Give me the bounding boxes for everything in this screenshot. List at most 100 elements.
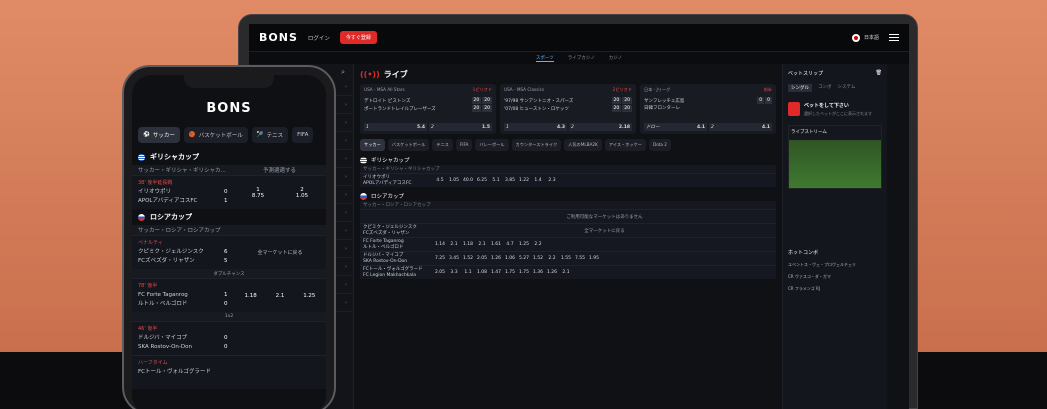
sport-pill-nba2k[interactable]: 人気のMLBA2K <box>564 139 602 151</box>
odds-value[interactable]: 2.2 <box>545 256 559 261</box>
score: 0 <box>757 97 765 104</box>
tab-system[interactable]: システム <box>838 84 856 92</box>
tab-soccer[interactable]: ⚽ サッカー <box>138 127 180 143</box>
all-markets-link[interactable]: 全マーケットに戻る <box>433 228 776 234</box>
sport-pill-icehockey[interactable]: アイス・ホッケー <box>604 139 646 151</box>
odds-value[interactable]: 2.1 <box>266 293 293 299</box>
live-status: 38' 後半延長戦 <box>138 180 173 186</box>
tab-basketball[interactable]: 🏀 バスケットボール <box>183 127 248 143</box>
odds-value[interactable]: 40.0 <box>461 178 475 183</box>
sport-pill-fifa[interactable]: FIFA <box>455 139 473 151</box>
odds-value[interactable]: 4.5 <box>433 178 447 183</box>
odds-value[interactable]: 6.25 <box>475 178 489 183</box>
odds-value[interactable]: 2.1 <box>475 242 489 247</box>
odds-value[interactable]: 1.95 <box>587 256 601 261</box>
odds-value[interactable]: 1.26 <box>545 270 559 275</box>
odds-value[interactable]: 2.05 <box>433 270 447 275</box>
odds-value[interactable]: 1.18 <box>461 242 475 247</box>
odds-button[interactable]: 2 1.05 <box>281 187 323 199</box>
odds-value[interactable]: 1.52 <box>531 256 545 261</box>
odds-value[interactable]: 3.85 <box>503 178 517 183</box>
match-row[interactable]: ハーフタイム FCトール・ヴォルゴグラード <box>132 355 326 389</box>
match-row[interactable]: FCトール・ヴォルゴグラード FC Legion Makhachkala 2.05… <box>360 265 776 279</box>
odds-value[interactable]: 1.1 <box>461 270 475 275</box>
tab-sports[interactable]: スポーツ <box>535 55 554 62</box>
odds-value[interactable]: 7.25 <box>433 256 447 261</box>
odds-button[interactable]: 2 2.18 <box>569 123 632 131</box>
logo[interactable]: BONS <box>259 31 298 44</box>
match-row[interactable]: 78' 後半 FC Forte Taganrog ルトル・ベルゴロド 1 0 1.18… <box>132 278 326 312</box>
match-row[interactable]: FC Forte Taganrog ルトル・ベルゴロド 1.14 2.1 1.18 2.… <box>360 237 776 251</box>
sport-pill-counterstrike[interactable]: カウンターストライク <box>511 139 562 151</box>
tab-casino[interactable]: カジノ <box>609 55 622 61</box>
odds-value[interactable]: 1.25 <box>296 293 323 299</box>
odds-value[interactable]: 1.75 <box>517 270 531 275</box>
register-button[interactable]: 今すぐ登録 <box>339 31 377 44</box>
odds-button[interactable]: 1 8.75 <box>237 187 279 199</box>
match-row[interactable]: ドルジバ・マイコプ SKA Rostov-On-Don 7.25 3.45 1.52 2… <box>360 251 776 265</box>
live-card[interactable]: USA - MSA Classics 2ピリオド '97/98 サンアントニオ・ス… <box>500 84 636 134</box>
odds-value[interactable]: 1.18 <box>237 293 264 299</box>
language-selector[interactable]: 日本語 <box>851 33 879 42</box>
sport-pill-soccer[interactable]: サッカー <box>360 139 385 151</box>
all-markets-link[interactable]: 全マーケットに戻る <box>234 236 326 269</box>
competition-title: ギリシャカップ <box>150 153 199 161</box>
odds-value[interactable]: 1.47 <box>489 270 503 275</box>
odds-value[interactable]: 2.1 <box>447 242 461 247</box>
odds-value[interactable]: 1.05 <box>447 178 461 183</box>
sport-pill-volleyball[interactable]: バレーボール <box>475 139 509 151</box>
odds-value[interactable]: 1.61 <box>489 242 503 247</box>
odds-value[interactable]: 1.55 <box>559 256 573 261</box>
odds-value[interactable]: 2.1 <box>559 270 573 275</box>
sport-pill-dota2[interactable]: Dota 2 <box>648 139 671 151</box>
odds-button[interactable]: ドロー 4.1 <box>644 123 707 131</box>
live-card[interactable]: 日本 - Jリーグ 前半 サンフレッチェ広島 0 0 日韓フロンターレ ドロー 4.1 2… <box>640 84 776 134</box>
sport-pill-basketball[interactable]: バスケットボール <box>387 139 430 151</box>
odds-value[interactable]: 7.55 <box>573 256 587 261</box>
odds-value[interactable]: 5.1 <box>489 178 503 183</box>
tab-combo[interactable]: コンボ <box>818 84 832 92</box>
odds-value[interactable]: 1.06 <box>503 256 517 261</box>
odds-value[interactable]: 1.52 <box>461 256 475 261</box>
live-card[interactable]: USA - MSA All Stars 1ピリオド デトロイト ピストンズ 20 20… <box>360 84 496 134</box>
odds-value[interactable]: 2.3 <box>545 178 559 183</box>
odds-value[interactable]: 1.26 <box>489 256 503 261</box>
odds-button[interactable]: 2 1.5 <box>429 123 492 131</box>
hot-combo-item[interactable]: ユベントス・ヴェ・プロヴェルチェリ <box>788 262 882 268</box>
match-row[interactable]: 46' 後半 ドルジバ・マイコプ SKA Rostov-On-Don 0 0 <box>132 321 326 355</box>
match-row[interactable]: クピミク・ジェルジンスク FCズベズダ・リャザン 全マーケットに戻る <box>360 223 776 237</box>
hot-combo-item[interactable]: CR フラメンゴ RJ <box>788 286 882 292</box>
odds-value[interactable]: 3.3 <box>447 270 461 275</box>
match-row[interactable]: 38' 後半延長戦 イリオウポリ APOLアバディアコスFC 0 1 1 8.75 2 1.… <box>132 175 326 209</box>
odds-value[interactable]: 1.4 <box>531 178 545 183</box>
odds-value[interactable]: 2.05 <box>475 256 489 261</box>
odds-value[interactable]: 1.22 <box>517 178 531 183</box>
odds-button[interactable]: 2 4.1 <box>709 123 772 131</box>
odds-value[interactable]: 3.45 <box>447 256 461 261</box>
odds-value[interactable]: 4.7 <box>503 242 517 247</box>
tab-live-casino[interactable]: ライブカジノ <box>568 55 595 61</box>
match-row[interactable]: ご利用可能なマーケットはありません <box>360 209 776 223</box>
odds-value[interactable]: 5.27 <box>517 256 531 261</box>
odds-value[interactable]: 1.36 <box>531 270 545 275</box>
tab-single[interactable]: シングル <box>788 84 812 92</box>
tab-fifa[interactable]: FIFA <box>292 127 314 143</box>
odds-button[interactable]: 1 4.3 <box>504 123 567 131</box>
sport-pill-tennis[interactable]: テニス <box>432 139 453 151</box>
tab-tennis[interactable]: 🎾 テニス <box>251 127 289 143</box>
trash-icon[interactable]: 🗑 <box>876 70 882 76</box>
odds-value[interactable]: 1.14 <box>433 242 447 247</box>
odds-value[interactable]: 1.75 <box>503 270 517 275</box>
match-row[interactable]: ペナルティ クピミク・ジェルジンスク FCズベズダ・リャザン 6 5 全マーケットに戻… <box>132 235 326 269</box>
live-stream-video[interactable]: ライブストリーム <box>788 125 882 189</box>
odds-value[interactable]: 2.2 <box>531 242 545 247</box>
login-link[interactable]: ログイン <box>308 34 330 42</box>
match-row[interactable]: イリオウポリ APOLアバディアコスFC 4.5 1.05 40.0 6.25 5… <box>360 173 776 187</box>
odds-button[interactable]: 1 5.4 <box>364 123 427 131</box>
odds-value[interactable]: 1.25 <box>517 242 531 247</box>
menu-icon[interactable] <box>889 34 899 41</box>
odds-value[interactable]: 1.08 <box>475 270 489 275</box>
logo[interactable]: BONS <box>132 101 326 116</box>
score: 20 <box>471 105 482 112</box>
hot-combo-item[interactable]: CR ヴァスコ・ダ・ガマ <box>788 274 882 280</box>
